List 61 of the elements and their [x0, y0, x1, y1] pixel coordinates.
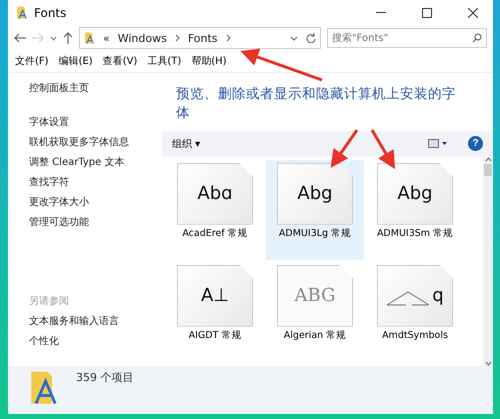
- font-item[interactable]: Abɑ AcadEref 常规: [166, 160, 264, 260]
- font-preview: ABG: [277, 264, 353, 327]
- font-preview: Abɑ: [177, 162, 253, 225]
- font-preview: q: [377, 264, 453, 327]
- sidebar-link[interactable]: 查找字符: [29, 175, 162, 189]
- item-count: 359 个项目: [76, 370, 134, 386]
- font-item[interactable]: Abg ADMUI3Sm 常规: [366, 160, 464, 260]
- menu-item[interactable]: 工具(T): [147, 54, 182, 68]
- page-headline: 预览、删除或者显示和隐藏计算机上安装的字体: [176, 85, 457, 123]
- font-item[interactable]: ABG Algerian 常规: [266, 262, 364, 362]
- menu-item[interactable]: 文件(F): [15, 54, 49, 68]
- help-button[interactable]: ?: [468, 136, 483, 152]
- font-item[interactable]: A⊥ AIGDT 常规: [166, 262, 264, 362]
- font-name: ADMUI3Sm 常规: [376, 228, 454, 240]
- annotation-arrow: [370, 129, 396, 170]
- fonts-folder-icon: [84, 32, 95, 44]
- menu-item[interactable]: 帮助(H): [191, 54, 227, 68]
- sidebar-link[interactable]: 控制面板主页: [29, 81, 162, 95]
- chevron-right-icon[interactable]: [174, 34, 180, 42]
- menu-item[interactable]: 查看(V): [102, 54, 138, 68]
- scrollbar[interactable]: [483, 156, 493, 366]
- chevron-down-icon[interactable]: [50, 36, 57, 40]
- close-icon[interactable]: [468, 8, 478, 18]
- window-title: Fonts: [34, 6, 66, 20]
- scroll-up-icon[interactable]: [484, 156, 492, 162]
- annotation-arrow: [330, 129, 358, 168]
- font-name: AcadEref 常规: [181, 228, 249, 240]
- up-icon[interactable]: [63, 32, 73, 44]
- scroll-thumb[interactable]: [484, 164, 492, 176]
- section-heading: 另请参阅: [29, 294, 70, 308]
- minimize-icon[interactable]: [376, 12, 386, 14]
- back-icon[interactable]: [14, 33, 26, 43]
- font-name: ADMUI3Lg 常规: [278, 228, 352, 240]
- search-field[interactable]: 搜索"Fonts": [327, 28, 487, 48]
- search-icon: [472, 33, 482, 43]
- sidebar-link[interactable]: 更改字体大小: [29, 195, 162, 209]
- sidebar-link[interactable]: 联机获取更多字体信息: [29, 135, 162, 149]
- organize-menu[interactable]: 组织 ▾: [172, 136, 200, 151]
- font-name: Algerian 常规: [282, 330, 348, 342]
- font-preview: Abg: [277, 162, 353, 225]
- refresh-icon[interactable]: [306, 33, 316, 43]
- font-item[interactable]: q AmdtSymbols: [366, 262, 464, 362]
- address-bar[interactable]: « Windows Fonts: [79, 27, 321, 49]
- menu-item[interactable]: 编辑(E): [58, 54, 93, 68]
- sidebar-link[interactable]: 字体设置: [29, 115, 162, 129]
- fonts-folder-icon: [16, 6, 28, 20]
- scroll-down-icon[interactable]: [484, 361, 492, 366]
- sidebar-link[interactable]: 调整 ClearType 文本: [29, 155, 162, 169]
- sidebar-link[interactable]: 管理可选功能: [29, 215, 162, 229]
- chevron-right-icon[interactable]: [226, 34, 231, 42]
- triangle-drawing: [386, 290, 430, 306]
- sidebar-link[interactable]: 个性化: [29, 334, 162, 348]
- maximize-icon[interactable]: [422, 8, 432, 18]
- view-icon[interactable]: [428, 139, 448, 148]
- font-item[interactable]: Abg ADMUI3Lg 常规: [266, 160, 364, 260]
- font-name: AmdtSymbols: [381, 330, 449, 342]
- sidebar-link[interactable]: 文本服务和输入语言: [29, 314, 162, 328]
- font-preview: A⊥: [177, 264, 253, 327]
- font-preview: Abg: [377, 162, 453, 225]
- font-name: AIGDT 常规: [188, 330, 242, 342]
- chevron-down-icon[interactable]: [290, 36, 298, 40]
